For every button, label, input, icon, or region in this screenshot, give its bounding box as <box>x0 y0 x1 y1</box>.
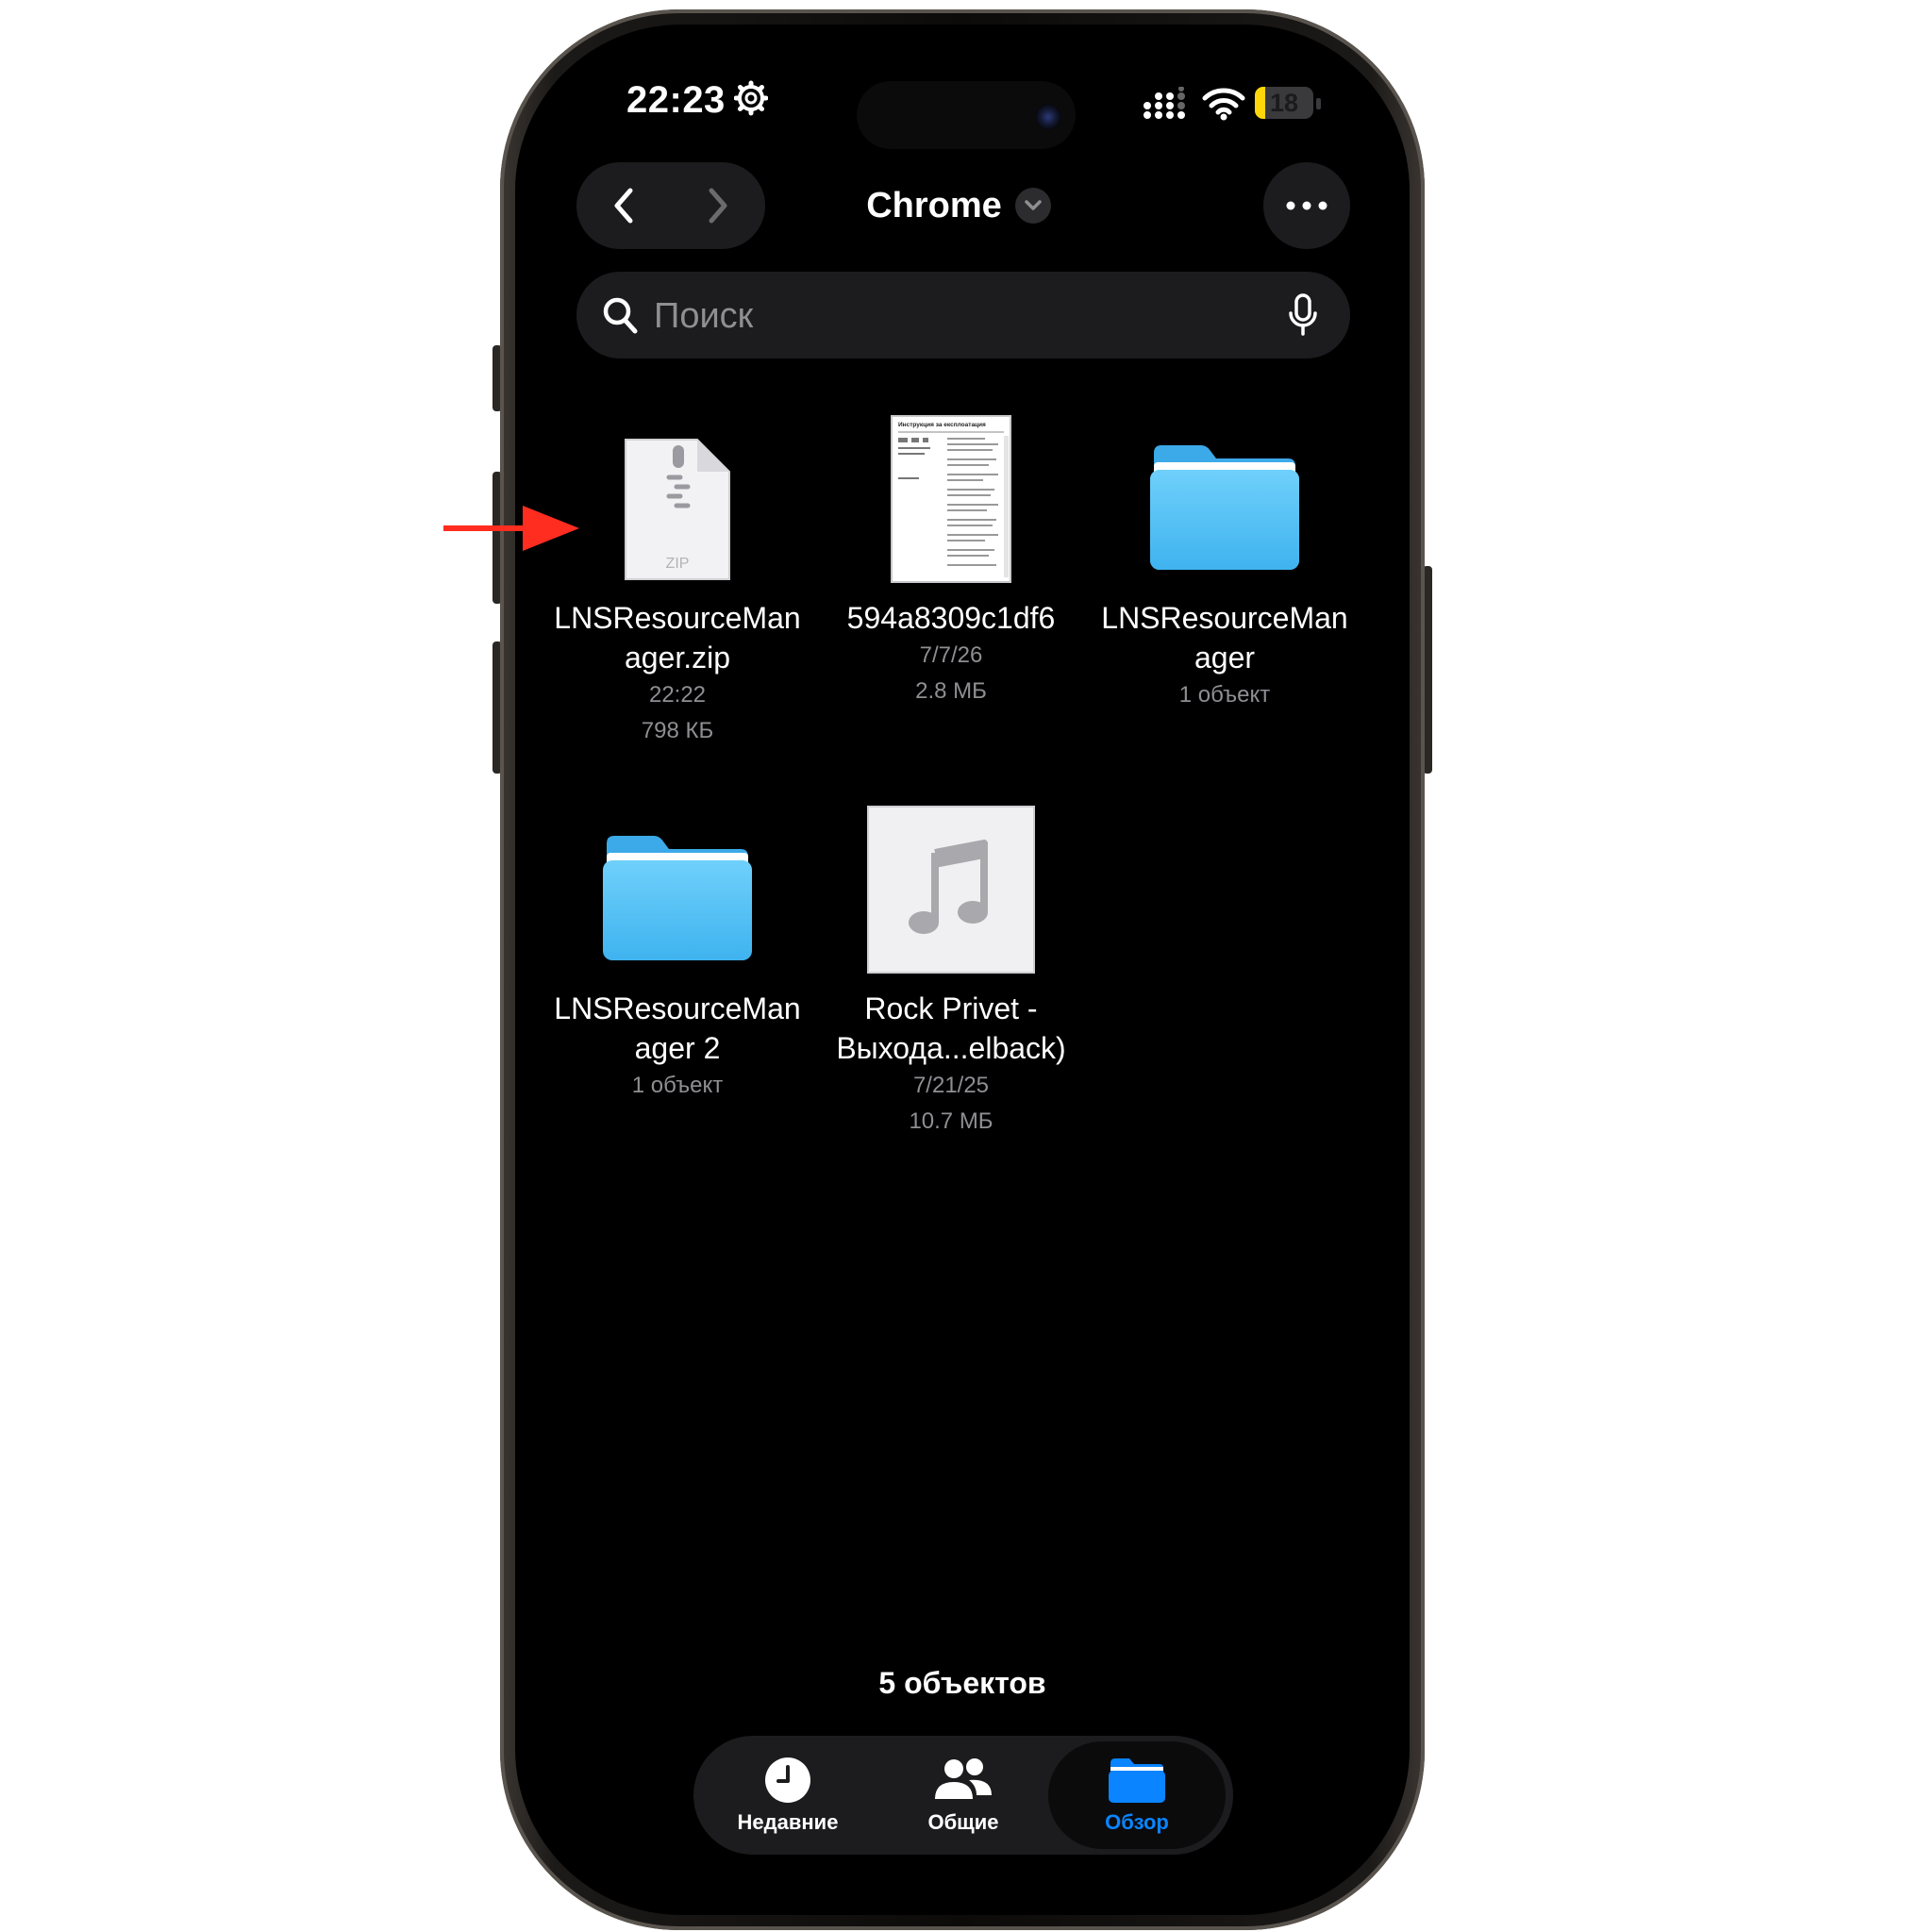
tab-recents[interactable]: Недавние <box>703 1736 873 1855</box>
tab-shared[interactable]: Общие <box>878 1736 1048 1855</box>
tab-label: Общие <box>927 1810 999 1834</box>
front-camera <box>1035 104 1061 130</box>
item-name: 594a8309c1df6 <box>846 601 1056 635</box>
item-date: 7/21/25 <box>912 1073 990 1098</box>
folder-item[interactable]: LNSResourceMan ager 1 объект <box>1087 404 1362 713</box>
file-item-document[interactable]: Инструкция за експлоатация 594a8309c1df6… <box>813 404 1089 709</box>
item-count: 1 объект <box>1178 682 1271 708</box>
tab-browse[interactable]: Обзор <box>1048 1741 1226 1849</box>
tab-bar: Недавние Общие Обзор <box>693 1736 1233 1855</box>
chevron-left-icon <box>614 188 633 224</box>
search-bar <box>576 272 1350 360</box>
location-title-menu[interactable]: Chrome <box>798 175 1119 236</box>
gear-icon <box>734 80 768 116</box>
wifi-icon <box>1202 88 1245 121</box>
music-note-icon <box>867 806 1035 974</box>
tab-label: Недавние <box>737 1810 839 1834</box>
item-name: LNSResourceMan ager <box>1101 601 1348 675</box>
forward-button[interactable] <box>671 162 765 249</box>
document-heading: Инструкция за експлоатация <box>898 422 986 428</box>
page-title: Chrome <box>866 185 1002 225</box>
audio-thumbnail <box>813 794 1089 974</box>
folder-icon <box>603 836 752 960</box>
folder-icon <box>1150 445 1299 570</box>
folder-thumbnail <box>1087 404 1362 583</box>
file-item-audio[interactable]: Rock Privet - Выхода...elback) 7/21/25 1… <box>813 794 1089 1140</box>
battery-indicator: 18 <box>1255 87 1313 119</box>
search-icon <box>603 297 638 334</box>
item-name: LNSResourceMan ager 2 <box>554 991 801 1065</box>
status-time: 22:23 <box>626 79 726 121</box>
chevron-right-icon <box>709 188 727 224</box>
chevron-down-icon <box>1014 188 1051 224</box>
document-page-icon: Инструкция за експлоатация <box>891 415 1011 583</box>
folder-icon <box>1109 1758 1165 1803</box>
history-navigation <box>576 162 765 249</box>
item-date: 7/7/26 <box>919 642 983 668</box>
battery-level: 18 <box>1269 89 1299 117</box>
item-size: 2.8 МБ <box>915 678 987 704</box>
zip-archive-icon: ZIP <box>625 439 730 580</box>
people-icon <box>935 1758 992 1799</box>
folder-item[interactable]: LNSResourceMan ager 2 1 объект <box>540 794 815 1104</box>
battery-tip <box>1316 98 1321 109</box>
item-size: 798 КБ <box>641 718 714 743</box>
more-button[interactable] <box>1263 162 1350 249</box>
tab-label: Обзор <box>1105 1810 1169 1834</box>
phone-screen: 22:23 18 Chrome Поиск ZIP LNSResourceMan… <box>515 25 1410 1915</box>
folder-thumbnail <box>540 794 815 974</box>
document-thumbnail: Инструкция за експлоатация <box>813 404 1089 583</box>
item-name: Rock Privet - Выхода...elback) <box>836 991 1066 1065</box>
item-size: 10.7 МБ <box>909 1108 993 1134</box>
red-arrow-icon <box>443 506 579 551</box>
search-input[interactable] <box>652 272 1222 360</box>
microphone-icon[interactable] <box>1286 292 1320 338</box>
file-item-zip[interactable]: ZIP LNSResourceMan ager.zip 22:22 798 КБ <box>540 404 815 749</box>
clock-icon <box>765 1757 810 1803</box>
item-date: 22:22 <box>648 682 707 708</box>
back-button[interactable] <box>576 162 671 249</box>
item-count-label: 5 объектов <box>878 1666 1046 1700</box>
item-name: LNSResourceMan ager.zip <box>554 601 801 675</box>
signal-icon <box>1144 87 1185 119</box>
ellipsis-icon <box>1286 201 1327 210</box>
item-count: 1 объект <box>631 1073 724 1098</box>
zip-badge: ZIP <box>666 556 690 572</box>
